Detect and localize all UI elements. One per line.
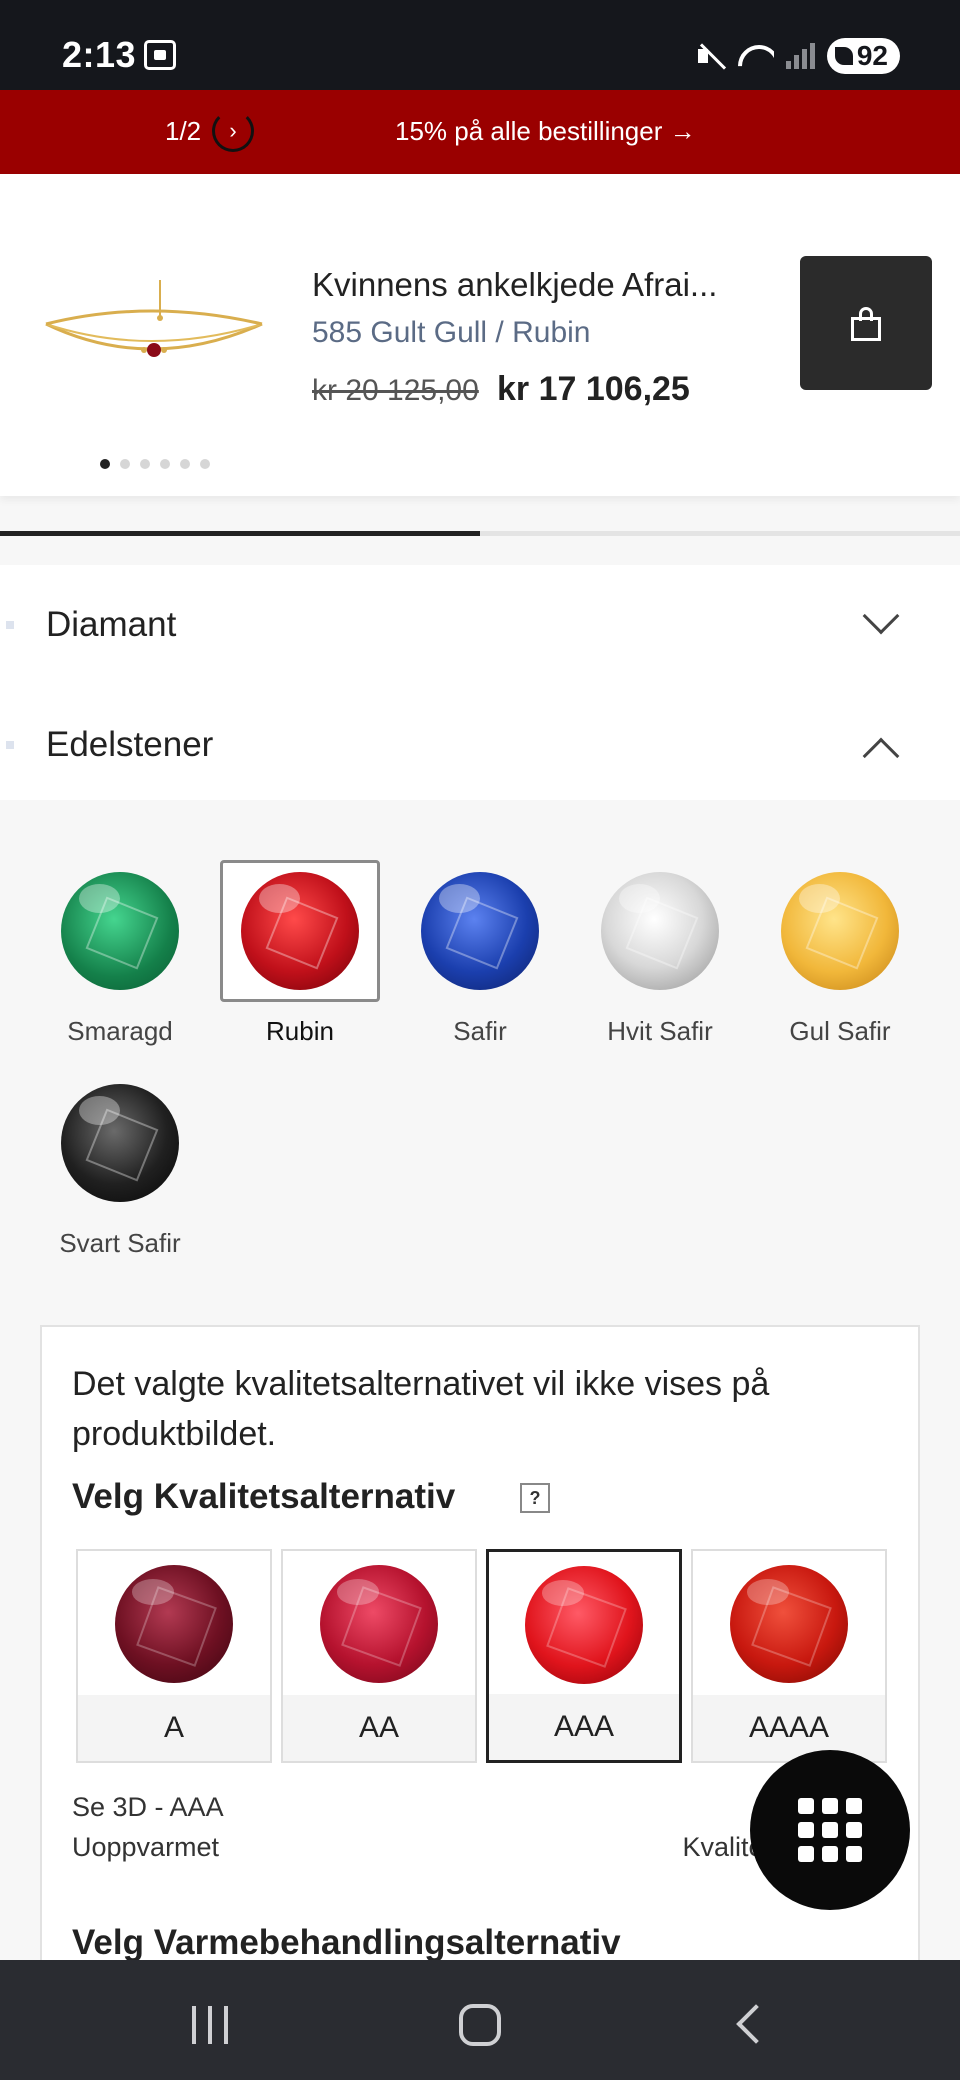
quality-options-card: Det valgte kvalitetsalternativet vil ikk…	[40, 1325, 920, 2025]
grade-label: A	[78, 1695, 270, 1761]
mute-icon	[696, 41, 726, 71]
add-to-cart-button[interactable]	[800, 256, 932, 390]
grade-option-aa[interactable]: AA	[281, 1549, 477, 1763]
gem-option-safir[interactable]: Safir	[390, 860, 570, 1047]
grade-option-a[interactable]: A	[76, 1549, 272, 1763]
promo-counter: 1/2	[165, 116, 202, 146]
ruby-gem-icon	[241, 872, 359, 990]
status-icons: 92	[696, 36, 900, 76]
gem-label: Gul Safir	[789, 1016, 891, 1046]
pagination-dot[interactable]	[180, 459, 190, 469]
wifi-icon	[738, 41, 774, 71]
status-bar: 2:13 92	[0, 0, 960, 90]
ruby-grade-aaa-icon	[525, 1566, 643, 1684]
heat-treatment-heading: Velg Varmebehandlingsalternativ	[72, 1923, 621, 1962]
gem-label: Rubin	[266, 1016, 334, 1046]
promo-banner[interactable]: 1/2 › 15% på alle bestillinger →	[0, 90, 960, 174]
grade-label: AAA	[489, 1694, 679, 1760]
gem-option-svart-safir[interactable]: Svart Safir	[30, 1072, 210, 1259]
shopping-bag-icon	[851, 307, 881, 341]
signal-icon	[785, 43, 815, 69]
accordion-edelstener[interactable]: Edelstener	[0, 685, 960, 805]
gem-label: Svart Safir	[59, 1228, 181, 1258]
price-sale: kr 17 106,25	[497, 370, 690, 408]
heat-status: Uoppvarmet	[72, 1832, 220, 1862]
price-original: kr 20 125,00	[312, 374, 479, 407]
grid-menu-button[interactable]	[750, 1750, 910, 1910]
pagination-dot[interactable]	[100, 459, 110, 469]
promo-text[interactable]: 15% på alle bestillinger →	[395, 116, 696, 147]
gem-label: Hvit Safir	[607, 1016, 713, 1046]
quality-summary-left: Se 3D - AAA Uoppvarmet	[72, 1787, 224, 1867]
grid-menu-icon	[798, 1798, 814, 1814]
pagination-dot[interactable]	[160, 459, 170, 469]
ruby-grade-a-icon	[115, 1565, 233, 1683]
accordion-diamant[interactable]: Diamant	[0, 565, 960, 685]
chevron-up-icon[interactable]	[862, 737, 900, 775]
gem-option-gul-safir[interactable]: Gul Safir	[750, 860, 930, 1047]
back-icon[interactable]	[736, 2004, 776, 2044]
black-sapphire-gem-icon	[61, 1084, 179, 1202]
product-header: Kvinnens ankelkjede Afrai... 585 Gult Gu…	[0, 174, 960, 496]
sapphire-gem-icon	[421, 872, 539, 990]
gem-label: Safir	[453, 1016, 507, 1046]
battery-level: 92	[856, 40, 888, 71]
power-saving-icon	[834, 47, 853, 65]
grade-label: AA	[283, 1695, 475, 1761]
battery-icon: 92	[826, 38, 900, 74]
grade-option-aaaa[interactable]: AAAA	[691, 1549, 887, 1763]
quality-notice: Det valgte kvalitetsalternativet vil ikk…	[72, 1365, 770, 1453]
white-sapphire-gem-icon	[601, 872, 719, 990]
pagination-dot[interactable]	[140, 459, 150, 469]
yellow-sapphire-gem-icon	[781, 872, 899, 990]
pagination-dot[interactable]	[120, 459, 130, 469]
quality-heading: Velg Kvalitetsalternativ	[72, 1477, 456, 1516]
gem-label: Smaragd	[67, 1016, 173, 1046]
screenshot-icon	[144, 40, 176, 70]
image-pagination[interactable]	[100, 459, 210, 469]
product-name: Kvinnens ankelkjede Afrai...	[312, 266, 718, 303]
step-progress-bar	[0, 531, 960, 536]
chevron-down-icon[interactable]	[862, 597, 900, 635]
recent-apps-icon[interactable]	[192, 2006, 228, 2044]
emerald-gem-icon	[61, 872, 179, 990]
grade-option-aaa[interactable]: AAA	[486, 1549, 682, 1763]
home-icon[interactable]	[459, 2004, 501, 2046]
system-nav-bar	[0, 1960, 960, 2080]
gem-option-hvit-safir[interactable]: Hvit Safir	[570, 860, 750, 1047]
pagination-dot[interactable]	[200, 459, 210, 469]
view-3d-link[interactable]: Se 3D - AAA	[72, 1787, 224, 1827]
quality-grade-options: A AA AAA AAAA	[76, 1549, 887, 1763]
accordion-title: Edelstener	[46, 725, 214, 764]
gemstone-options: Smaragd Rubin Safir Hvit Safir Gul Safir…	[0, 800, 960, 1300]
ruby-grade-aaaa-icon	[730, 1565, 848, 1683]
gem-option-smaragd[interactable]: Smaragd	[30, 860, 210, 1047]
grade-label: AAAA	[693, 1695, 885, 1761]
product-image[interactable]	[40, 274, 268, 374]
gem-option-rubin[interactable]: Rubin	[210, 860, 390, 1047]
product-variant: 585 Gult Gull / Rubin	[312, 316, 591, 349]
chevron-right-icon[interactable]: ›	[212, 110, 254, 152]
accordion-title: Diamant	[46, 605, 177, 644]
ruby-grade-aa-icon	[320, 1565, 438, 1683]
status-time: 2:13	[62, 34, 137, 75]
step-progress-fill	[0, 531, 480, 536]
help-icon[interactable]: ?	[520, 1483, 550, 1513]
